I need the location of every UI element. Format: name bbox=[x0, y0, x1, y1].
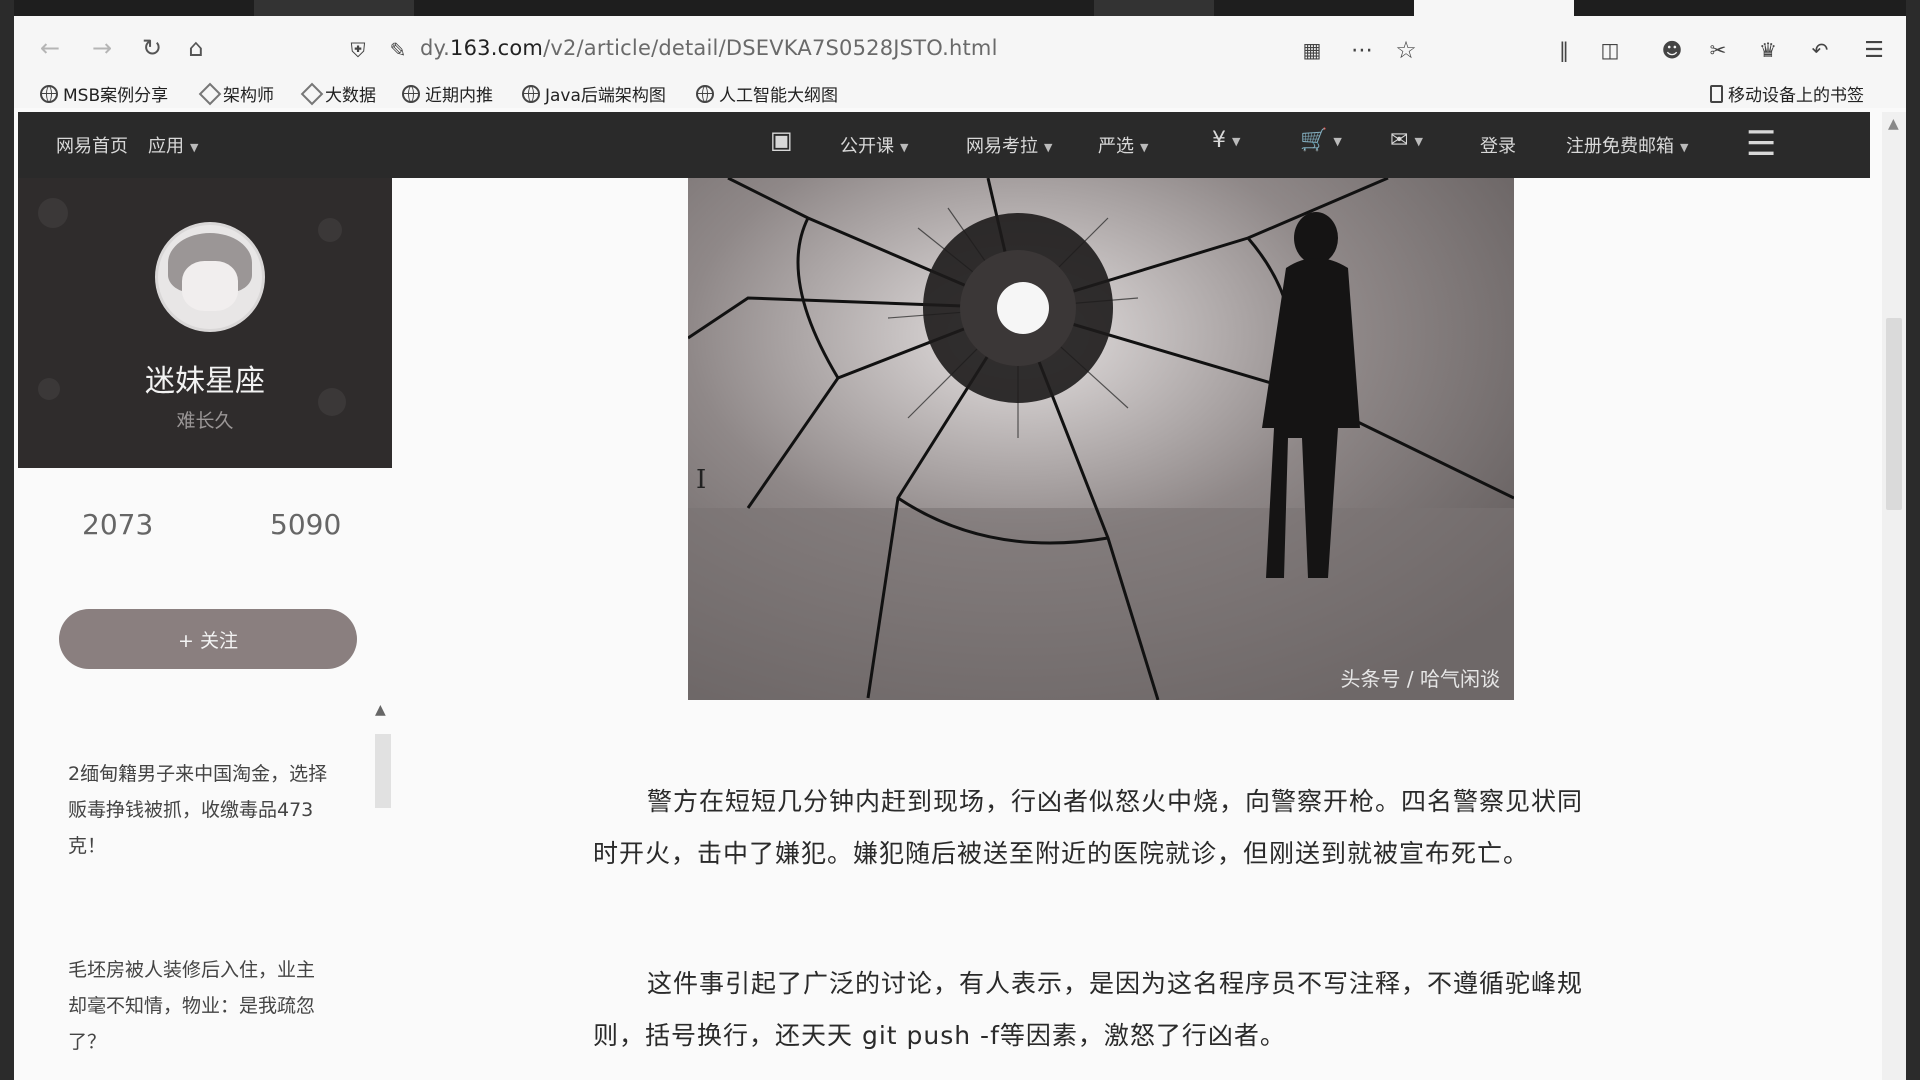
page-content: 迷妹星座 难长久 2073 5090 + 关注 ▲ 2缅甸籍男子来中国淘金，选择… bbox=[18, 178, 1870, 1080]
nav-kaola[interactable]: 网易考拉 ▼ bbox=[966, 132, 1052, 158]
chevron-up-icon[interactable]: ▲ bbox=[1888, 116, 1899, 132]
chevron-down-icon: ▼ bbox=[190, 140, 199, 154]
bookmark-item[interactable]: MSB案例分享 bbox=[40, 81, 168, 106]
back-icon[interactable]: ← bbox=[34, 32, 66, 64]
tab-strip bbox=[14, 0, 1906, 16]
menu-icon[interactable]: ☰ bbox=[1860, 36, 1888, 64]
bookmark-item[interactable]: 大数据 bbox=[300, 81, 376, 106]
reload-icon[interactable]: ↻ bbox=[136, 32, 168, 64]
screenshot-icon[interactable]: ✂ bbox=[1704, 36, 1732, 64]
author-profile-card: 迷妹星座 难长久 bbox=[18, 178, 392, 468]
sidebar-scrollbar[interactable]: ▲ bbox=[373, 702, 393, 816]
site-header: 网易首页 应用 ▼ ▣ 公开课 ▼ 网易考拉 ▼ 严选 ▼ ¥ ▼ 🛒 ▼ ✉ ▼ 登录 注册… bbox=[18, 112, 1870, 178]
mobile-app-icon[interactable]: ▣ bbox=[770, 126, 793, 154]
bookmarks-bar: MSB案例分享 架构师 大数据 近期内推 Java后端架构图 人工智能大纲图 移… bbox=[14, 78, 1906, 108]
sidebar-icon[interactable]: ◫ bbox=[1596, 36, 1624, 64]
scroll-thumb[interactable] bbox=[375, 734, 391, 808]
extension-icon[interactable]: ♛ bbox=[1754, 36, 1782, 64]
avatar[interactable] bbox=[155, 222, 265, 332]
cart-icon: 🛒 bbox=[1300, 128, 1328, 153]
bookmark-item[interactable]: 近期内推 bbox=[402, 81, 493, 106]
nav-yen-menu[interactable]: ¥ ▼ bbox=[1212, 128, 1240, 153]
globe-icon bbox=[402, 84, 420, 103]
page-scrollbar[interactable]: ▲ bbox=[1882, 112, 1906, 1080]
chevron-down-icon: ▼ bbox=[1333, 134, 1342, 148]
bookmark-item[interactable]: 人工智能大纲图 bbox=[696, 81, 838, 106]
nav-yanxuan[interactable]: 严选 ▼ bbox=[1098, 132, 1148, 158]
chevron-down-icon: ▼ bbox=[1044, 140, 1053, 154]
globe-icon bbox=[40, 84, 58, 103]
yen-icon: ¥ bbox=[1212, 128, 1226, 153]
browser-window: ← → ↻ ⌂ ⛨ ✎ dy.163.com/v2/article/detail… bbox=[14, 0, 1906, 1080]
background-decoration bbox=[38, 198, 68, 228]
background-decoration bbox=[318, 218, 342, 242]
mail-icon: ✉ bbox=[1390, 128, 1409, 153]
address-bar[interactable]: dy.163.com/v2/article/detail/DSEVKA7S052… bbox=[420, 36, 998, 60]
hamburger-menu-icon[interactable]: ☰ bbox=[1746, 124, 1776, 164]
login-link[interactable]: 登录 bbox=[1480, 132, 1516, 158]
home-icon[interactable]: ⌂ bbox=[180, 32, 212, 64]
article-image: 头条号 / 哈气闲谈 bbox=[688, 178, 1514, 700]
sidebar-article-list: ▲ 2缅甸籍男子来中国淘金，选择贩毒挣钱被抓，收缴毒品473克！ 毛坯房被人装修… bbox=[18, 702, 393, 1080]
mobile-bookmarks[interactable]: 移动设备上的书签 bbox=[1710, 81, 1864, 106]
chevron-down-icon: ▼ bbox=[1414, 134, 1423, 148]
undo-icon[interactable]: ↶ bbox=[1806, 36, 1834, 64]
bookmark-item[interactable]: Java后端架构图 bbox=[522, 81, 666, 106]
article-paragraph: 这件事引起了广泛的讨论，有人表示，是因为这名程序员不写注释，不遵循驼峰规则，括号… bbox=[593, 969, 1584, 1050]
globe-icon bbox=[696, 84, 714, 103]
nav-open-course[interactable]: 公开课 ▼ bbox=[840, 132, 908, 158]
chevron-down-icon: ▼ bbox=[1232, 134, 1241, 148]
register-mail-menu[interactable]: 注册免费邮箱 ▼ bbox=[1566, 132, 1688, 158]
shattered-glass-illustration bbox=[688, 178, 1514, 700]
library-icon[interactable]: ‖ bbox=[1550, 36, 1578, 64]
nav-cart-menu[interactable]: 🛒 ▼ bbox=[1300, 128, 1342, 153]
stat-value-1: 2073 bbox=[82, 508, 154, 541]
list-item[interactable]: 毛坯房被人装修后入住，业主却毫不知情，物业：是我疏忽了？ bbox=[68, 952, 328, 1060]
navigation-bar: ← → ↻ ⌂ ⛨ ✎ dy.163.com/v2/article/detail… bbox=[14, 16, 1906, 80]
diamond-icon bbox=[300, 82, 324, 105]
stat-value-2: 5090 bbox=[270, 508, 342, 541]
chevron-down-icon: ▼ bbox=[1140, 140, 1149, 154]
mobile-icon bbox=[1710, 84, 1723, 103]
shield-icon[interactable]: ⛨ bbox=[344, 36, 372, 64]
list-item[interactable]: 2缅甸籍男子来中国淘金，选择贩毒挣钱被抓，收缴毒品473克！ bbox=[68, 756, 328, 864]
author-subtitle: 难长久 bbox=[176, 410, 234, 432]
nav-home-link[interactable]: 网易首页 bbox=[56, 132, 128, 158]
bookmark-item[interactable]: 架构师 bbox=[198, 81, 274, 106]
text-cursor-icon: I bbox=[696, 465, 707, 495]
nav-mail-menu[interactable]: ✉ ▼ bbox=[1390, 128, 1423, 153]
chevron-down-icon: ▼ bbox=[1680, 140, 1689, 154]
globe-icon bbox=[522, 84, 540, 103]
insecure-lock-icon[interactable]: ✎ bbox=[384, 36, 412, 64]
image-watermark: 头条号 / 哈气闲谈 bbox=[1340, 667, 1500, 691]
forward-icon[interactable]: → bbox=[86, 32, 118, 64]
author-name[interactable]: 迷妹星座 bbox=[18, 356, 392, 400]
browser-tab-active[interactable] bbox=[1414, 0, 1574, 16]
chevron-up-icon[interactable]: ▲ bbox=[375, 702, 386, 718]
bookmark-star-icon[interactable]: ☆ bbox=[1392, 36, 1420, 64]
more-actions-icon[interactable]: ⋯ bbox=[1348, 36, 1376, 64]
chevron-down-icon: ▼ bbox=[900, 140, 909, 154]
follow-button[interactable]: + 关注 bbox=[59, 609, 357, 669]
nav-apps-menu[interactable]: 应用 ▼ bbox=[148, 132, 198, 158]
scroll-thumb[interactable] bbox=[1886, 318, 1902, 510]
qrcode-icon[interactable]: ▦ bbox=[1298, 36, 1326, 64]
account-icon[interactable]: ☻ bbox=[1658, 36, 1686, 64]
article-paragraph: 警方在短短几分钟内赶到现场，行凶者似怒火中烧，向警察开枪。四名警察见状同时开火，… bbox=[593, 787, 1584, 868]
browser-tab[interactable] bbox=[1094, 0, 1214, 16]
browser-tab[interactable] bbox=[254, 0, 414, 16]
diamond-icon bbox=[198, 82, 222, 105]
